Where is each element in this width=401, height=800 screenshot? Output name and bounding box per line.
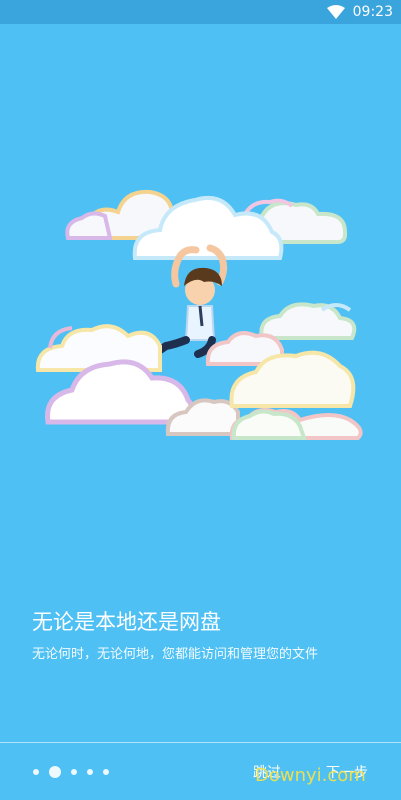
page-title: 无论是本地还是网盘 xyxy=(32,610,221,634)
status-bar: 09:23 xyxy=(0,0,401,24)
status-time: 09:23 xyxy=(352,4,393,20)
page-dot-3[interactable] xyxy=(71,769,77,775)
next-button[interactable]: 下一步 xyxy=(326,762,368,782)
page-dot-2-active[interactable] xyxy=(49,766,61,778)
footer-divider xyxy=(0,742,401,743)
man-on-clouds-illustration xyxy=(35,189,363,440)
page-subtitle: 无论何时，无论何地，您都能访问和管理您的文件 xyxy=(32,647,319,662)
status-right: 09:23 xyxy=(326,0,393,24)
page-dot-4[interactable] xyxy=(87,769,93,775)
cloud-middle-right xyxy=(259,302,357,340)
page-dot-5[interactable] xyxy=(103,769,109,775)
page-dot-1[interactable] xyxy=(33,769,39,775)
wifi-icon xyxy=(326,5,345,19)
skip-button[interactable]: 跳过 xyxy=(253,762,281,782)
page-indicator xyxy=(33,766,109,778)
man-figure xyxy=(156,244,228,358)
